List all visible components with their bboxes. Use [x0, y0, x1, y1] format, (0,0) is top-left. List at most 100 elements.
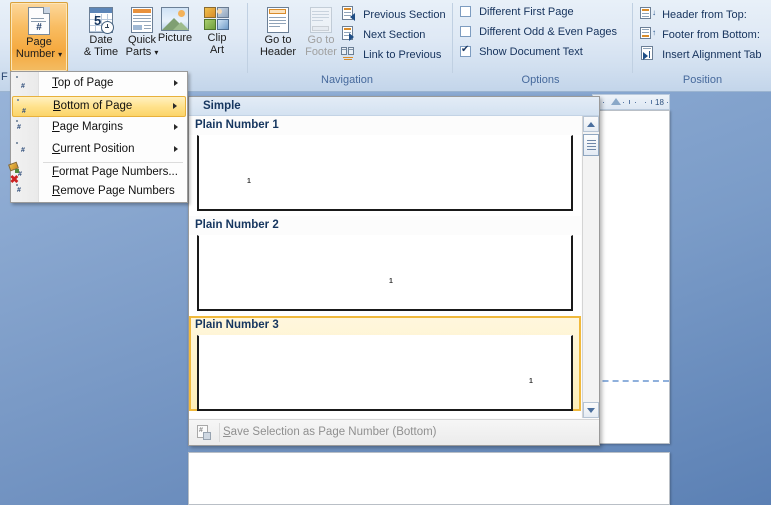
insert-alignment-tab-button[interactable]: Insert Alignment Tab [640, 46, 762, 63]
ribbon-group-label-position: Position [682, 74, 723, 86]
page-number-dropdown-menu: # Top of Page # Bottom of Page # Page Ma… [8, 71, 188, 203]
page-number-icon: # [11, 7, 67, 35]
show-document-text-checkbox[interactable]: Show Document Text [460, 44, 583, 63]
remove-page-numbers-icon: # ✖ [9, 174, 21, 195]
document-page-2[interactable] [188, 452, 670, 505]
gallery-item-plain-number-2[interactable]: Plain Number 2 1 [189, 216, 581, 311]
page-number-label-2: Number ▾ [15, 48, 63, 60]
different-odd-even-pages-checkbox[interactable]: Different Odd & Even Pages [460, 26, 617, 43]
gallery-footer: # Save Selection as Page Number (Bottom) [189, 419, 599, 445]
go-to-header-button[interactable]: Go to Header [255, 2, 301, 72]
group-divider-2 [452, 3, 453, 73]
next-section-button[interactable]: Next Section [341, 26, 425, 43]
footer-from-bottom-label: Footer from Bottom: [662, 29, 760, 42]
next-section-label: Next Section [363, 29, 426, 42]
go-to-footer-label-1: Go to [307, 34, 335, 46]
scrollbar-thumb[interactable] [583, 134, 599, 156]
page-margins-icon: # [16, 120, 33, 137]
insert-alignment-tab-label: Insert Alignment Tab [662, 49, 762, 62]
page-number-gallery: Simple Plain Number 1 1 Plain Number 2 1… [188, 96, 600, 446]
gallery-item-preview: 1 [197, 135, 573, 211]
scroll-down-button[interactable] [583, 402, 599, 418]
menu-item-label: Bottom of Page [53, 100, 133, 112]
gallery-scroll-area[interactable]: Plain Number 1 1 Plain Number 2 1 Plain … [189, 116, 581, 418]
next-section-icon [341, 26, 356, 41]
header-from-top-control[interactable]: ↓ Header from Top: [640, 6, 747, 23]
chevron-up-icon [587, 122, 595, 127]
header-from-top-icon: ↓ [640, 6, 656, 21]
previous-section-icon [341, 6, 356, 21]
ribbon-group-label-options: Options [521, 74, 560, 86]
save-selection-icon: # [197, 425, 213, 441]
save-selection-as-page-number-button[interactable]: Save Selection as Page Number (Bottom) [223, 426, 437, 438]
gallery-item-label: Plain Number 3 [195, 319, 279, 331]
link-to-previous-button[interactable]: Link to Previous [341, 46, 441, 63]
gallery-item-preview: 1 [197, 335, 573, 411]
clip-art-label-2: Art [209, 44, 225, 56]
gallery-item-plain-number-1[interactable]: Plain Number 1 1 [189, 116, 581, 211]
checkbox-box[interactable] [460, 26, 471, 37]
page-number-button[interactable]: # Page Number ▾ [10, 2, 68, 72]
ribbon-group-label-navigation: Navigation [321, 74, 373, 86]
footer-from-bottom-control[interactable]: ↑ Footer from Bottom: [640, 26, 760, 43]
gallery-item-plain-number-3[interactable]: Plain Number 3 1 [189, 316, 581, 411]
go-to-footer-icon [300, 7, 342, 33]
insert-alignment-tab-icon [640, 46, 655, 61]
clip-art-label-1: Clip [207, 32, 227, 44]
checkbox-box-checked[interactable] [460, 44, 471, 57]
link-to-previous-label: Link to Previous [363, 49, 442, 62]
different-first-page-label: Different First Page [479, 6, 574, 19]
chevron-down-icon [587, 408, 595, 413]
picture-button[interactable]: Picture [152, 2, 198, 72]
picture-label-1: Picture [157, 32, 193, 44]
preview-page-number: 1 [389, 278, 393, 285]
ribbon-group-navigation: Go to Header Go to Footer Previous Secti… [249, 0, 446, 88]
gallery-item-label: Plain Number 2 [189, 216, 581, 235]
clipped-group-label: F [1, 71, 8, 83]
gallery-item-label: Plain Number 1 [189, 116, 581, 135]
go-to-header-label-2: Header [259, 46, 297, 58]
checkbox-box[interactable] [460, 6, 471, 17]
submenu-arrow-icon [174, 124, 178, 130]
go-to-header-icon [256, 7, 300, 33]
picture-icon [153, 7, 197, 31]
ribbon-group-position: ↓ Header from Top: ↑ Footer from Bottom: [634, 0, 771, 88]
menu-item-page-margins[interactable]: # Page Margins [12, 118, 186, 139]
menu-item-top-of-page[interactable]: # Top of Page [12, 74, 186, 95]
clip-art-icon [197, 7, 237, 31]
go-to-footer-button[interactable]: Go to Footer [299, 2, 343, 72]
scroll-up-button[interactable] [583, 116, 599, 132]
footer-divider [219, 423, 220, 442]
preview-page-number: 1 [247, 178, 251, 185]
previous-section-button[interactable]: Previous Section [341, 6, 446, 23]
menu-item-label: Top of Page [52, 77, 114, 89]
submenu-arrow-icon [174, 146, 178, 152]
menu-item-label: Remove Page Numbers [52, 185, 175, 197]
menu-item-bottom-of-page[interactable]: # Bottom of Page [12, 96, 186, 117]
bottom-of-page-icon: # [17, 99, 34, 116]
different-odd-even-pages-label: Different Odd & Even Pages [479, 26, 618, 39]
horizontal-ruler[interactable]: 18 [592, 94, 670, 110]
header-from-top-label: Header from Top: [662, 9, 747, 22]
thumb-grip-icon [587, 140, 596, 150]
menu-item-label: Current Position [52, 143, 135, 155]
menu-item-current-position[interactable]: # Current Position [12, 140, 186, 161]
group-divider-1 [247, 3, 248, 73]
gallery-category-title: Simple [189, 97, 599, 116]
top-of-page-icon: # [16, 76, 33, 93]
gallery-scrollbar[interactable] [582, 116, 599, 418]
different-first-page-checkbox[interactable]: Different First Page [460, 6, 574, 23]
page-number-label-1: Page [26, 36, 52, 48]
ribbon-group-options: Different First Page Different Odd & Eve… [454, 0, 627, 88]
menu-item-label: Page Margins [52, 121, 123, 133]
clip-art-button[interactable]: Clip Art [196, 2, 238, 72]
ruler-number: 18 [655, 98, 664, 107]
submenu-arrow-icon [174, 80, 178, 86]
right-indent-marker[interactable] [611, 98, 621, 105]
menu-item-format-page-numbers[interactable]: # Format Page Numbers... [8, 161, 186, 184]
menu-item-remove-page-numbers[interactable]: # ✖ Remove Page Numbers [9, 174, 186, 203]
footer-from-bottom-icon: ↑ [640, 26, 656, 41]
show-document-text-label: Show Document Text [479, 46, 583, 59]
current-position-icon: # [16, 142, 33, 159]
submenu-arrow-icon [173, 103, 177, 109]
